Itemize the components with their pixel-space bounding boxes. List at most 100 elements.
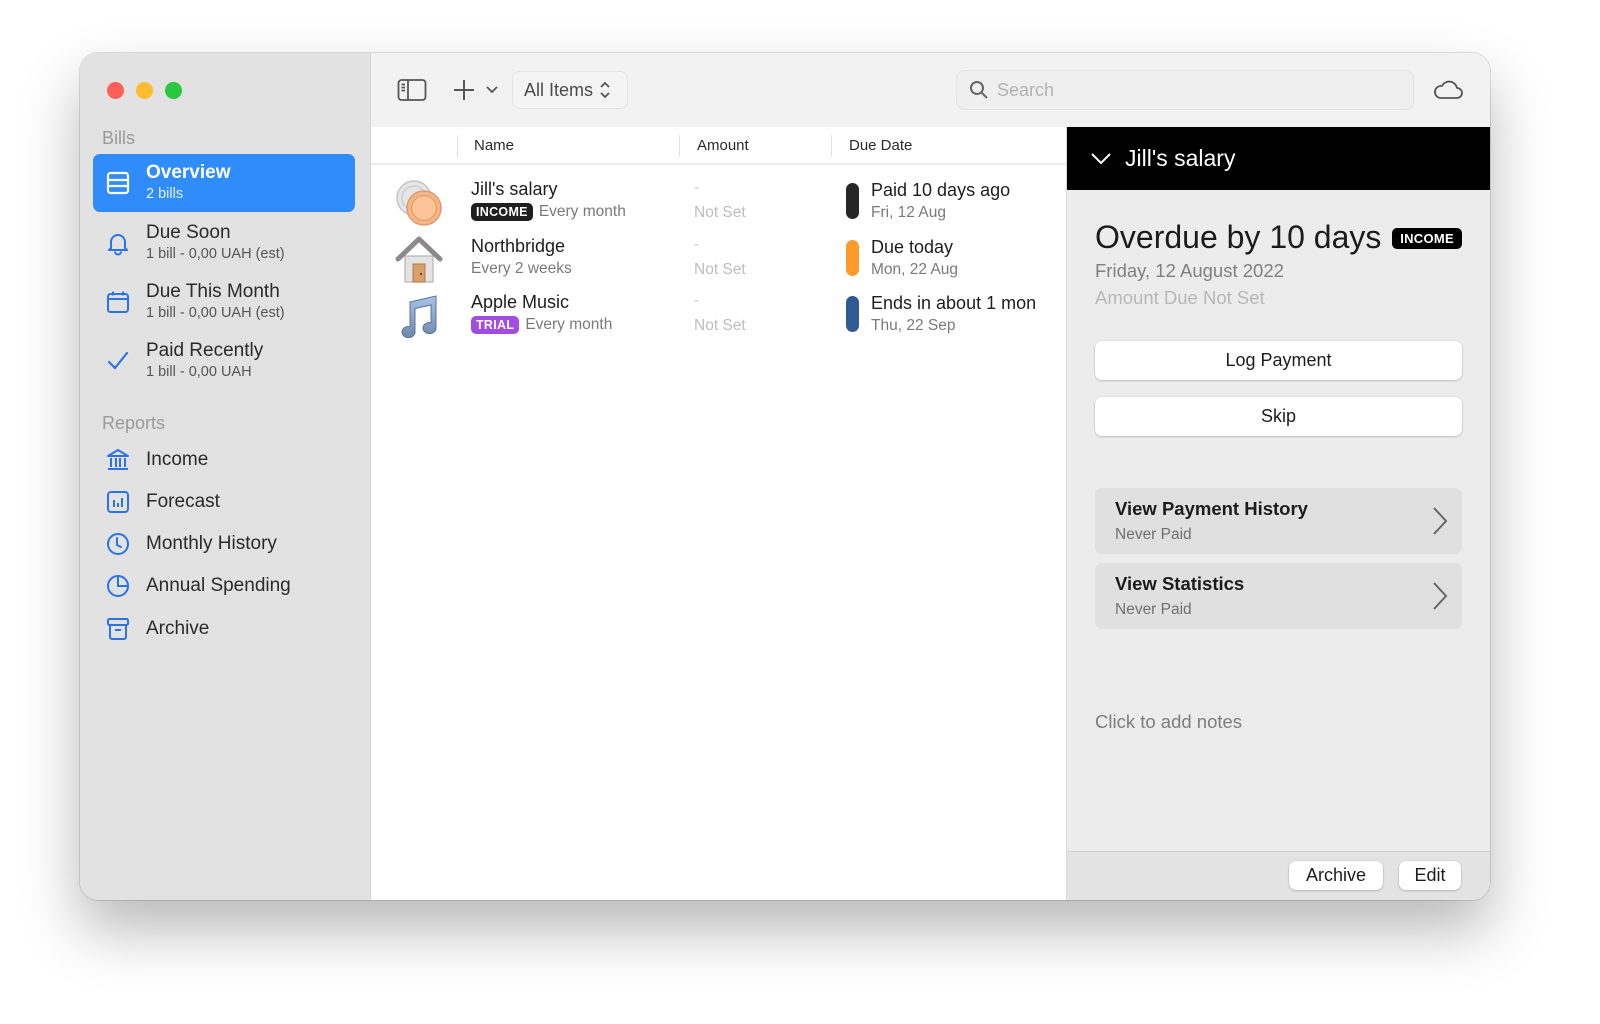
link-subtitle: Never Paid [1115,601,1192,618]
column-separator [457,135,458,157]
archive-box-icon [104,615,132,643]
status-indicator [846,183,859,219]
bill-amount: - [694,179,699,196]
house-icon [395,236,443,283]
up-down-chevron-icon [600,81,610,99]
sidebar-item-label: Paid Recently [146,340,264,361]
bill-frequency: Every month [538,203,626,220]
close-window-button[interactable] [107,82,124,99]
column-separator [679,135,680,157]
sidebar-item-label: Due Soon [146,222,231,243]
cloud-sync-button[interactable] [1431,75,1465,103]
column-header-due-date[interactable]: Due Date [849,137,912,154]
detail-panel: Jill's salary Overdue by 10 days INCOME … [1066,127,1490,900]
plus-icon [454,80,474,100]
sidebar-item-monthly-history[interactable]: Monthly History [93,525,355,563]
archive-button[interactable]: Archive [1289,861,1383,890]
sidebar-toggle-icon [397,79,427,101]
status-indicator [846,296,859,332]
bell-icon [104,229,132,257]
sidebar-item-forecast[interactable]: Forecast [93,483,355,521]
calendar-icon [104,288,132,316]
filter-label: All Items [524,79,594,100]
app-window: Bills Overview 2 bills Due Soon 1 bill -… [80,53,1490,900]
due-status: Paid 10 days ago [871,180,1011,200]
link-subtitle: Never Paid [1115,526,1192,543]
notes-field[interactable]: Click to add notes [1095,711,1242,733]
status-indicator [846,240,859,276]
edit-button[interactable]: Edit [1399,861,1461,890]
add-button[interactable] [451,77,477,103]
skip-button[interactable]: Skip [1095,397,1462,436]
search-input[interactable] [997,79,1397,101]
sidebar-item-label: Overview [146,162,231,183]
amount-due: Amount Due Not Set [1095,287,1265,308]
log-payment-button[interactable]: Log Payment [1095,341,1462,380]
bill-name: Jill's salary [471,179,558,199]
chevron-down-icon [486,86,498,94]
detail-footer: Archive Edit [1067,851,1490,900]
bill-amount: - [694,236,699,253]
column-separator [831,135,832,157]
bill-amount: - [694,292,699,309]
sidebar-item-sublabel: 1 bill - 0,00 UAH (est) [146,246,285,262]
due-status: Ends in about 1 mon [871,293,1037,313]
due-date: Thu, 22 Sep [871,317,956,334]
checkmark-icon [104,347,132,375]
sidebar-item-label: Archive [146,618,210,639]
bill-frequency: Every 2 weeks [471,260,572,277]
view-statistics-link[interactable]: View Statistics Never Paid [1095,563,1462,629]
column-header-amount[interactable]: Amount [697,137,749,154]
pie-chart-icon [104,572,132,600]
add-menu-button[interactable] [485,83,499,97]
chevron-right-icon [1433,582,1448,610]
sidebar-item-due-this-month[interactable]: Due This Month 1 bill - 0,00 UAH (est) [93,273,355,331]
link-title: View Payment History [1115,498,1308,519]
cloud-icon [1434,80,1463,99]
sidebar-item-due-soon[interactable]: Due Soon 1 bill - 0,00 UAH (est) [93,214,355,272]
table-row[interactable]: Apple Music TRIAL Every month - Not Set … [371,286,1066,342]
sidebar-item-paid-recently[interactable]: Paid Recently 1 bill - 0,00 UAH [93,332,355,390]
link-title: View Statistics [1115,573,1245,594]
bill-amount-status: Not Set [694,317,746,334]
search-field[interactable] [956,70,1414,110]
bill-amount-status: Not Set [694,204,746,221]
sidebar-item-label: Income [146,449,209,470]
bill-amount-status: Not Set [694,261,746,278]
sidebar-item-sublabel: 2 bills [146,186,184,202]
column-header-name[interactable]: Name [474,137,514,154]
section-label-reports: Reports [102,413,166,433]
toggle-sidebar-button[interactable] [397,75,427,105]
search-icon [970,81,988,99]
detail-title: Jill's salary [1125,145,1236,171]
due-date: Mon, 22 Aug [871,261,959,278]
sidebar-item-label: Forecast [146,491,220,512]
list-icon [104,169,132,197]
sidebar-item-income[interactable]: Income [93,441,355,479]
bar-chart-icon [104,488,132,516]
minimize-window-button[interactable] [136,82,153,99]
table-row[interactable]: Jill's salary INCOME Every month - Not S… [371,173,1066,229]
due-date: Fri, 12 Aug [871,204,946,221]
sidebar-item-annual-spending[interactable]: Annual Spending [93,567,355,605]
status-title: Overdue by 10 days [1095,219,1382,255]
view-payment-history-link[interactable]: View Payment History Never Paid [1095,488,1462,554]
music-note-icon [401,295,437,339]
income-badge: INCOME [1392,228,1462,249]
sidebar-item-archive[interactable]: Archive [93,610,355,648]
income-badge: INCOME [471,203,533,221]
chevron-right-icon [1433,507,1448,535]
zoom-window-button[interactable] [165,82,182,99]
sidebar-item-label: Due This Month [146,281,280,302]
table-row[interactable]: Northbridge Every 2 weeks - Not Set Due … [371,230,1066,286]
sidebar-item-overview[interactable]: Overview 2 bills [93,154,355,212]
filter-select[interactable]: All Items [512,71,628,109]
chevron-down-icon [1091,152,1111,164]
due-date-full: Friday, 12 August 2022 [1095,260,1284,281]
section-label-bills: Bills [102,128,136,148]
window-controls [107,82,182,99]
toolbar: All Items [371,53,1490,127]
detail-header[interactable]: Jill's salary [1067,127,1490,190]
bank-icon [104,446,132,474]
coins-icon [396,180,442,226]
